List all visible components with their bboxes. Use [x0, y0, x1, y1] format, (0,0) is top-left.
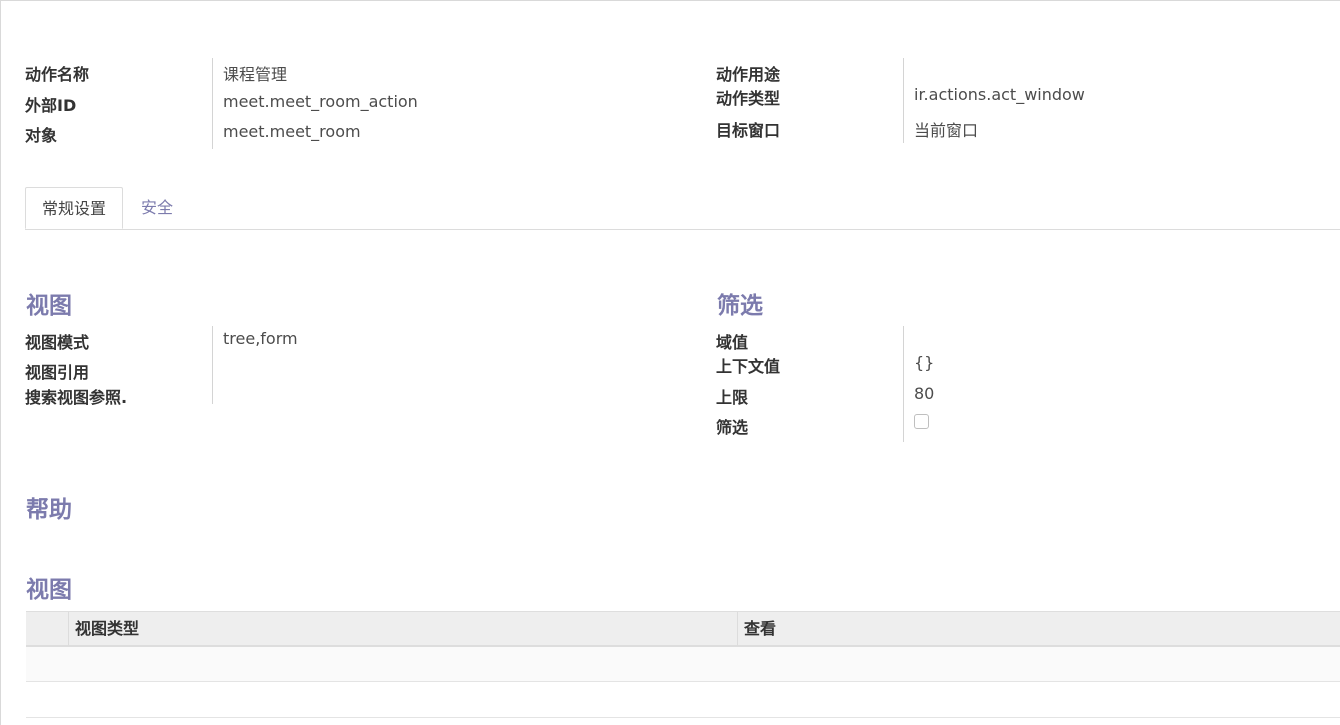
- target-window-value[interactable]: 当前窗口: [914, 117, 978, 141]
- action-usage-label: 动作用途: [716, 65, 781, 84]
- view-mode-label: 视图模式: [25, 333, 90, 352]
- table-row: [26, 683, 1340, 718]
- view-mode-value[interactable]: tree,form: [223, 329, 298, 348]
- context-label: 上下文值: [716, 357, 781, 376]
- form-sheet: 动作名称 外部ID 对象 课程管理 meet.meet_room_action …: [0, 0, 1340, 725]
- limit-label: 上限: [716, 388, 749, 407]
- action-name-label: 动作名称: [25, 65, 90, 84]
- action-type-label: 动作类型: [716, 89, 781, 108]
- views-divider: [212, 326, 213, 404]
- help-section-title: 帮助: [26, 497, 72, 523]
- object-label: 对象: [25, 126, 58, 145]
- header-left-divider: [212, 58, 213, 149]
- view-column-header[interactable]: 查看: [737, 612, 1340, 646]
- view-type-column-header[interactable]: 视图类型: [68, 612, 737, 646]
- views-section-title: 视图: [26, 293, 72, 319]
- external-id-label: 外部ID: [25, 96, 77, 115]
- tab-general-settings[interactable]: 常规设置: [25, 187, 123, 229]
- limit-value[interactable]: 80: [914, 384, 934, 403]
- filter-divider: [903, 326, 904, 442]
- domain-label: 域值: [716, 333, 749, 352]
- filter-label: 筛选: [716, 418, 749, 437]
- view-ref-label: 视图引用: [25, 363, 90, 382]
- target-window-label: 目标窗口: [716, 121, 781, 140]
- action-name-value[interactable]: 课程管理: [223, 61, 287, 85]
- search-view-ref-label: 搜索视图参照.: [25, 388, 128, 407]
- filter-checkbox[interactable]: [914, 414, 929, 429]
- external-id-value[interactable]: meet.meet_room_action: [223, 92, 418, 111]
- views-table-header: 视图类型 查看: [26, 611, 1340, 647]
- tab-bar: 常规设置 安全: [25, 187, 1340, 230]
- object-value[interactable]: meet.meet_room: [223, 122, 361, 141]
- filter-section-title: 筛选: [717, 293, 763, 319]
- tab-security[interactable]: 安全: [125, 187, 189, 229]
- handle-column-header: [26, 612, 68, 646]
- table-row: [26, 647, 1340, 682]
- views-table-title: 视图: [26, 577, 72, 603]
- header-right-divider: [903, 58, 904, 143]
- action-type-value[interactable]: ir.actions.act_window: [914, 85, 1085, 104]
- context-value[interactable]: {}: [914, 353, 934, 372]
